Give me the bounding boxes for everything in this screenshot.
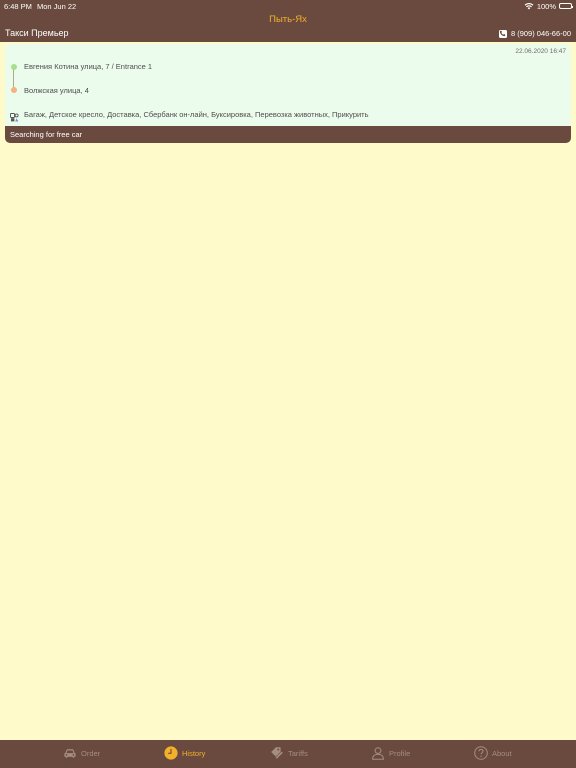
options-icon [10,109,19,122]
tab-order-label: Order [81,748,101,758]
car-icon [64,749,76,758]
tab-profile[interactable]: Profile [371,746,410,760]
company-name: Такси Премьер [5,28,69,38]
city-title[interactable]: Пыть-Ях [0,14,576,25]
destination-dot-icon [10,87,17,93]
tab-tariffs-label: Tariffs [288,748,308,758]
sub-header: Такси Премьер 8 (909) 046-66-00 [0,28,576,42]
status-date: Mon Jun 22 [37,2,77,11]
person-icon [372,747,384,760]
battery-icon [559,3,573,9]
wifi-icon [524,2,534,10]
tab-order[interactable]: Order [63,746,100,760]
question-icon [474,746,488,760]
phone-icon [498,29,507,38]
tab-about[interactable]: About [474,746,512,760]
tab-about-label: About [492,748,512,758]
tab-bar: Order History Tariffs Profile About [0,740,576,768]
phone-link[interactable]: 8 (909) 046-66-00 [498,28,571,39]
order-datetime: 22.06.2020 16:47 [515,48,566,55]
status-indicators: 100% [524,1,573,11]
status-time: 6:48 PM [4,2,32,11]
phone-number: 8 (909) 046-66-00 [510,29,571,38]
order-status-bar: Searching for free car [5,126,571,143]
origin-dot-icon [10,64,17,70]
clock-icon [164,746,178,760]
tags-icon [271,747,283,759]
tab-history-label: History [182,748,206,758]
tab-profile-label: Profile [389,748,411,758]
tab-tariffs[interactable]: Tariffs [270,746,308,760]
order-status: Searching for free car [10,130,83,139]
destination-address: Волжская улица, 4 [24,86,89,95]
battery-percent: 100% [536,1,556,11]
order-card[interactable]: 22.06.2020 16:47 Евгения Котина улица, 7… [5,44,571,143]
tab-history[interactable]: History [164,746,205,760]
order-options: Багаж, Детское кресло, Доставка, Сбербан… [24,110,369,119]
top-bar: 6:48 PM Mon Jun 22 100% Пыть-Ях Такси Пр… [0,0,576,42]
origin-address: Евгения Котина улица, 7 / Entrance 1 [24,62,153,71]
